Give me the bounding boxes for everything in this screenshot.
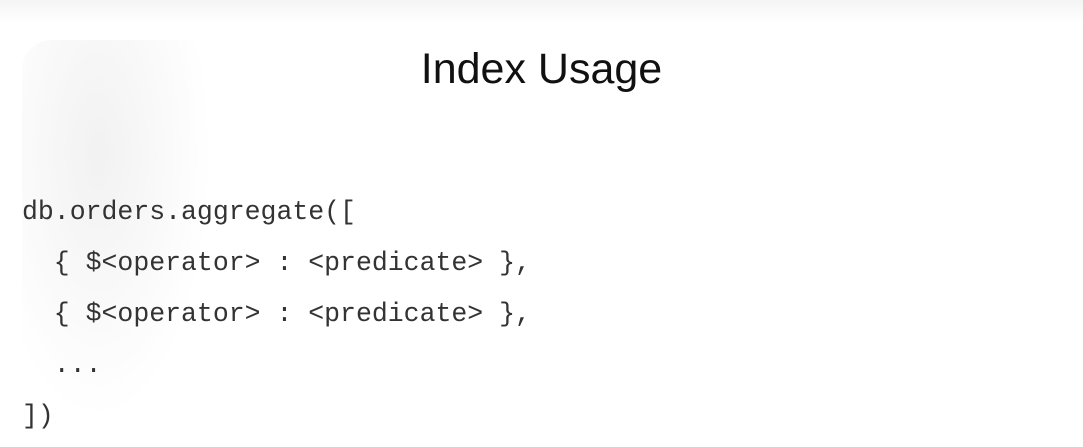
slide: Index Usage db.orders.aggregate([ { $<op…: [0, 0, 1083, 447]
code-line: { $<operator> : <predicate> },: [22, 299, 531, 329]
code-line: ...: [22, 350, 102, 380]
code-line: ]): [22, 401, 54, 431]
code-line: db.orders.aggregate([: [22, 197, 356, 227]
code-block: db.orders.aggregate([ { $<operator> : <p…: [22, 192, 531, 447]
code-line: { $<operator> : <predicate> },: [22, 248, 531, 278]
slide-title: Index Usage: [420, 45, 663, 93]
